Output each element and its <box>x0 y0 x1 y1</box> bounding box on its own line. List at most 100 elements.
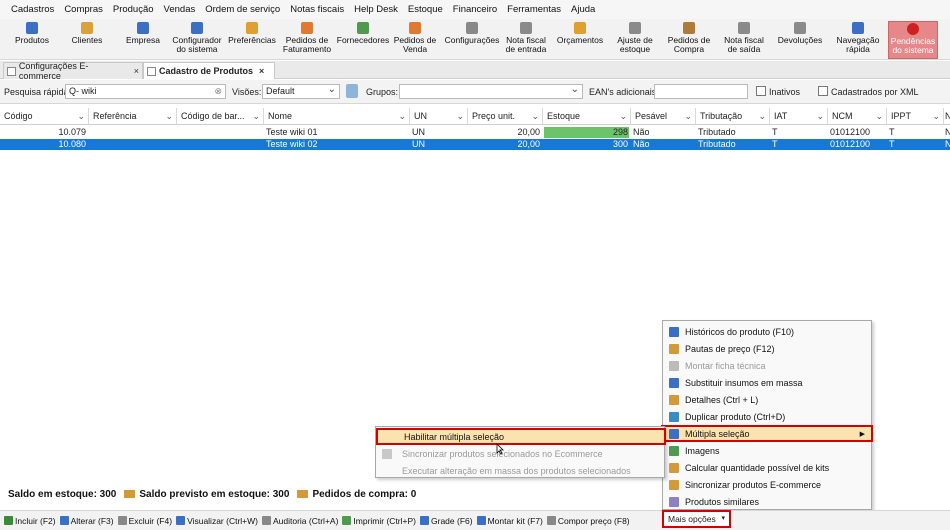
visualizar-button[interactable]: Visualizar (Ctrl+W) <box>176 516 258 526</box>
menu-producao[interactable]: Produção <box>108 4 159 15</box>
groups-select[interactable] <box>399 83 583 99</box>
column-n[interactable]: N <box>944 108 950 125</box>
menu-item-duplicar[interactable]: Duplicar produto (Ctrl+D) <box>663 408 871 425</box>
chevron-down-icon[interactable]: ⌄ <box>875 108 883 125</box>
menu-vendas[interactable]: Vendas <box>159 4 201 15</box>
menu-item-substituir-insumos[interactable]: Substituir insumos em massa <box>663 374 871 391</box>
refresh-icon[interactable] <box>346 84 358 98</box>
column-preco[interactable]: Preço unit. ⌄ <box>468 108 543 125</box>
montar-kit-button[interactable]: Montar kit (F7) <box>476 516 543 526</box>
menu-item-produtos-similares[interactable]: Produtos similares <box>663 493 871 510</box>
toolbar-devolucoes-button[interactable]: Devoluções <box>774 21 826 59</box>
close-icon[interactable]: × <box>259 66 264 76</box>
box-icon <box>26 22 38 34</box>
toolbar-pedidos-venda-button[interactable]: Pedidos de Venda <box>392 21 438 59</box>
chevron-down-icon[interactable]: ⌄ <box>398 108 406 125</box>
toolbar-navegacao-button[interactable]: Navegação rápida <box>832 21 884 59</box>
menu-ferramentas[interactable]: Ferramentas <box>502 4 566 15</box>
toolbar-nf-entrada-button[interactable]: Nota fiscal de entrada <box>502 21 550 59</box>
menu-financeiro[interactable]: Financeiro <box>448 4 502 15</box>
toolbar-pendencias-button[interactable]: Pendências do sistema <box>888 21 938 59</box>
views-select[interactable]: Default <box>262 83 340 99</box>
chevron-down-icon[interactable]: ⌄ <box>77 108 85 125</box>
column-tributacao[interactable]: Tributação ⌄ <box>696 108 770 125</box>
menu-item-historicos[interactable]: Históricos do produto (F10) <box>663 323 871 340</box>
toolbar-ajuste-estoque-button[interactable]: Ajuste de estoque <box>612 21 658 59</box>
menu-item-multipla-selecao[interactable]: Múltipla seleção ▶ <box>661 425 873 442</box>
toolbar-nf-saida-button[interactable]: Nota fiscal de saída <box>720 21 768 59</box>
menu-item-sincronizar-ecommerce[interactable]: Sincronizar produtos E-commerce <box>663 476 871 493</box>
toolbar-pedidos-compra-button[interactable]: Pedidos de Compra <box>664 21 714 59</box>
submenu-habilitar-multipla-selecao[interactable]: Habilitar múltipla seleção <box>376 428 666 445</box>
table-row[interactable]: 10.080 Teste wiki 02 UN 20,00 300 Não Tr… <box>0 139 950 150</box>
column-codigo-barras[interactable]: Código de bar... ⌄ <box>177 108 264 125</box>
chevron-down-icon[interactable]: ⌄ <box>252 108 260 125</box>
auditoria-button[interactable]: Auditoria (Ctrl+A) <box>261 516 338 526</box>
menu-help-desk[interactable]: Help Desk <box>349 4 403 15</box>
images-icon <box>669 445 679 456</box>
chevron-down-icon[interactable]: ⌄ <box>531 108 539 125</box>
toolbar-fornecedores-button[interactable]: Fornecedores <box>336 21 390 59</box>
chevron-down-icon[interactable]: ⌄ <box>165 108 173 125</box>
toolbar-clientes-button[interactable]: Clientes <box>64 21 110 59</box>
grade-button[interactable]: Grade (F6) <box>420 516 473 526</box>
chevron-down-icon[interactable]: ⌄ <box>932 108 940 125</box>
alterar-button[interactable]: Alterar (F3) <box>59 516 114 526</box>
column-nome[interactable]: Nome ⌄ <box>264 108 410 125</box>
pedidos-compra-text: Pedidos de compra: 0 <box>312 488 417 500</box>
tab-cadastro-produtos[interactable]: Cadastro de Produtos × <box>143 62 275 79</box>
chevron-down-icon[interactable]: ⌄ <box>816 108 824 125</box>
xml-checkbox[interactable] <box>818 86 828 96</box>
kit-icon <box>476 516 486 525</box>
alert-icon <box>907 23 919 35</box>
column-pesavel[interactable]: Pesável ⌄ <box>631 108 696 125</box>
menu-estoque[interactable]: Estoque <box>403 4 448 15</box>
chevron-down-icon[interactable]: ⌄ <box>456 108 464 125</box>
menu-compras[interactable]: Compras <box>59 4 108 15</box>
imprimir-button[interactable]: Imprimir (Ctrl+P) <box>342 516 416 526</box>
toolbar-configurador-button[interactable]: Configurador do sistema <box>170 21 224 59</box>
excluir-button[interactable]: Excluir (F4) <box>117 516 172 526</box>
datasheet-icon <box>669 360 679 371</box>
column-referencia[interactable]: Referência ⌄ <box>89 108 177 125</box>
chevron-down-icon[interactable]: ⌄ <box>619 108 627 125</box>
chevron-down-icon: ▾ <box>721 515 725 522</box>
toolbar-empresa-button[interactable]: Empresa <box>120 21 166 59</box>
menu-ordem-servico[interactable]: Ordem de serviço <box>200 4 285 15</box>
tab-configuracoes-ecommerce[interactable]: Configurações E-commerce × <box>3 61 143 81</box>
cell-ippt: T <box>889 127 895 137</box>
submenu-arrow-icon: ▶ <box>859 430 865 438</box>
quick-search-input[interactable]: Q- wiki ⊗ <box>65 84 226 99</box>
column-iat[interactable]: IAT ⌄ <box>770 108 828 125</box>
menu-item-pautas-preco[interactable]: Pautas de preço (F12) <box>663 340 871 357</box>
menu-cadastros[interactable]: Cadastros <box>6 4 59 15</box>
compor-preco-button[interactable]: Compor preço (F8) <box>546 516 630 526</box>
eans-input[interactable] <box>654 84 748 99</box>
incluir-button[interactable]: Incluir (F2) <box>4 516 56 526</box>
table-row[interactable]: 10.079 Teste wiki 01 UN 20,00 298 Não Tr… <box>0 127 950 138</box>
toolbar-configuracoes-button[interactable]: Configurações <box>444 21 500 59</box>
column-estoque[interactable]: Estoque ⌄ <box>543 108 631 125</box>
menu-ajuda[interactable]: Ajuda <box>566 4 600 15</box>
inactive-checkbox[interactable] <box>756 86 766 96</box>
menu-item-calcular-kits[interactable]: Calcular quantidade possível de kits <box>663 459 871 476</box>
chevron-down-icon[interactable]: ⌄ <box>758 108 766 125</box>
cell-codigo-barras <box>181 139 264 150</box>
submenu-alteracao-massa: Executar alteração em massa dos produtos… <box>402 465 631 476</box>
close-icon[interactable]: × <box>134 66 139 76</box>
column-ncm[interactable]: NCM ⌄ <box>828 108 887 125</box>
column-un[interactable]: UN ⌄ <box>410 108 468 125</box>
toolbar-produtos-button[interactable]: Produtos <box>10 21 54 59</box>
chevron-down-icon[interactable]: ⌄ <box>684 108 692 125</box>
more-options-button[interactable]: Mais opções ▾ <box>662 510 731 528</box>
menu-item-detalhes[interactable]: Detalhes (Ctrl + L) <box>663 391 871 408</box>
menu-item-imagens[interactable]: Imagens <box>663 442 871 459</box>
column-codigo[interactable]: Código ⌄ <box>0 108 89 125</box>
cell-ippt: T <box>889 139 895 149</box>
toolbar-orcamentos-button[interactable]: Orçamentos <box>554 21 606 59</box>
clear-icon[interactable]: ⊗ <box>214 85 222 98</box>
column-ippt[interactable]: IPPT ⌄ <box>887 108 944 125</box>
toolbar-preferencias-button[interactable]: Preferências <box>226 21 278 59</box>
toolbar-pedidos-faturamento-button[interactable]: Pedidos de Faturamento <box>280 21 334 59</box>
menu-notas-fiscais[interactable]: Notas fiscais <box>285 4 349 15</box>
